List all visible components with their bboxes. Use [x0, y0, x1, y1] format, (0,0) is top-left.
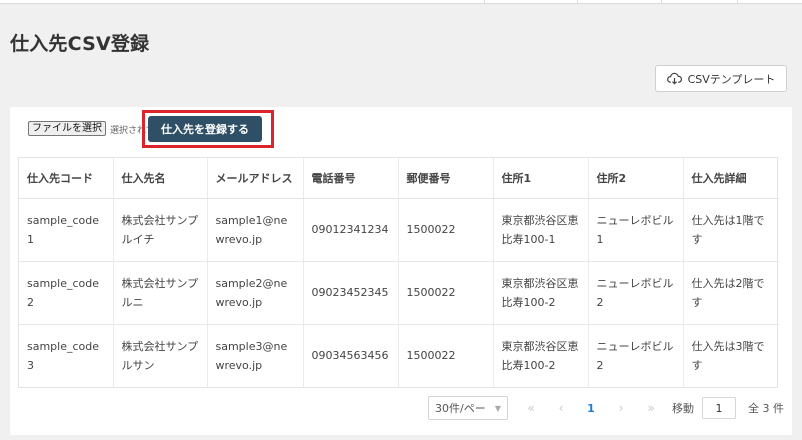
cell-phone: 09034563456: [303, 324, 399, 387]
table-row: sample_code3 株式会社サンプルサン sample3@newrevo.…: [19, 324, 779, 387]
csv-template-label: CSVテンプレート: [687, 72, 776, 86]
column-header-supplier-code: 仕入先コード: [19, 158, 114, 199]
cell-details: 仕入先は2階です: [683, 261, 779, 325]
cell-phone: 09012341234: [303, 198, 399, 262]
table-header-row: 仕入先コード 仕入先名 メールアドレス 電話番号 郵便番号 住所1 住所2 仕入…: [19, 158, 779, 199]
cell-email: sample2@newrevo.jp: [207, 261, 304, 325]
cell-supplier-code: sample_code2: [19, 261, 114, 325]
register-suppliers-button[interactable]: 仕入先を登録する: [148, 116, 262, 142]
column-header-address2: 住所2: [588, 158, 684, 199]
top-bar-divider: [484, 0, 485, 4]
pagination: 30件/ペー ▼ « ‹ 1 › » 移動 全 3 件: [428, 396, 784, 420]
total-count: 全 3 件: [748, 402, 784, 415]
page-size-select[interactable]: 30件/ペー ▼: [428, 396, 508, 420]
cloud-download-icon: [666, 72, 682, 85]
cell-address2: ニューレボビル1: [588, 198, 684, 262]
page-number-current[interactable]: 1: [576, 402, 606, 415]
cell-postal-code: 1500022: [398, 324, 494, 387]
cell-email: sample3@newrevo.jp: [207, 324, 304, 387]
column-header-supplier-name: 仕入先名: [113, 158, 208, 199]
top-bar-divider: [577, 0, 578, 4]
jump-page-input[interactable]: [702, 397, 736, 419]
file-select-button[interactable]: ファイルを選択: [28, 121, 106, 136]
cell-address2: ニューレボビル2: [588, 324, 684, 387]
chevron-down-icon: ▼: [494, 403, 501, 413]
page-title: 仕入先CSV登録: [10, 33, 150, 55]
cell-email: sample1@newrevo.jp: [207, 198, 304, 262]
page-size-label: 30件/ペー: [435, 402, 486, 415]
table-row: sample_code2 株式会社サンプルニ sample2@newrevo.j…: [19, 261, 779, 325]
column-header-details: 仕入先詳細: [683, 158, 779, 199]
top-bar-divider: [661, 0, 662, 4]
top-bar-divider: [737, 0, 738, 4]
cell-address1: 東京都渋谷区恵比寿100-2: [493, 324, 589, 387]
csv-template-button[interactable]: CSVテンプレート: [655, 65, 787, 92]
cell-supplier-name: 株式会社サンプルイチ: [113, 198, 208, 262]
supplier-table: 仕入先コード 仕入先名 メールアドレス 電話番号 郵便番号 住所1 住所2 仕入…: [18, 157, 779, 388]
cell-supplier-name: 株式会社サンプルニ: [113, 261, 208, 325]
top-bar: [0, 0, 802, 4]
jump-label: 移動: [672, 402, 694, 415]
column-header-phone: 電話番号: [303, 158, 399, 199]
cell-supplier-code: sample_code3: [19, 324, 114, 387]
cell-supplier-code: sample_code1: [19, 198, 114, 262]
cell-details: 仕入先は3階です: [691, 339, 765, 372]
cell-address2: ニューレボビル2: [588, 261, 684, 325]
table-row: sample_code1 株式会社サンプルイチ sample1@newrevo.…: [19, 198, 779, 262]
column-header-postal-code: 郵便番号: [398, 158, 494, 199]
column-header-email: メールアドレス: [207, 158, 304, 199]
next-page-icon[interactable]: ›: [606, 401, 636, 415]
cell-details: 仕入先は1階です: [683, 198, 779, 262]
cell-postal-code: 1500022: [398, 198, 494, 262]
cell-phone: 09023452345: [303, 261, 399, 325]
cell-address1: 東京都渋谷区恵比寿100-2: [493, 261, 589, 325]
column-header-address1: 住所1: [493, 158, 589, 199]
upload-card: ファイルを選択 選択されていません 仕入先を登録する 仕入先コード 仕入先名 メ…: [10, 107, 792, 435]
prev-page-icon[interactable]: ‹: [546, 401, 576, 415]
cell-supplier-name: 株式会社サンプルサン: [113, 324, 208, 387]
last-page-icon[interactable]: »: [636, 401, 666, 415]
cell-postal-code: 1500022: [398, 261, 494, 325]
cell-address1: 東京都渋谷区恵比寿100-1: [493, 198, 589, 262]
first-page-icon[interactable]: «: [516, 401, 546, 415]
